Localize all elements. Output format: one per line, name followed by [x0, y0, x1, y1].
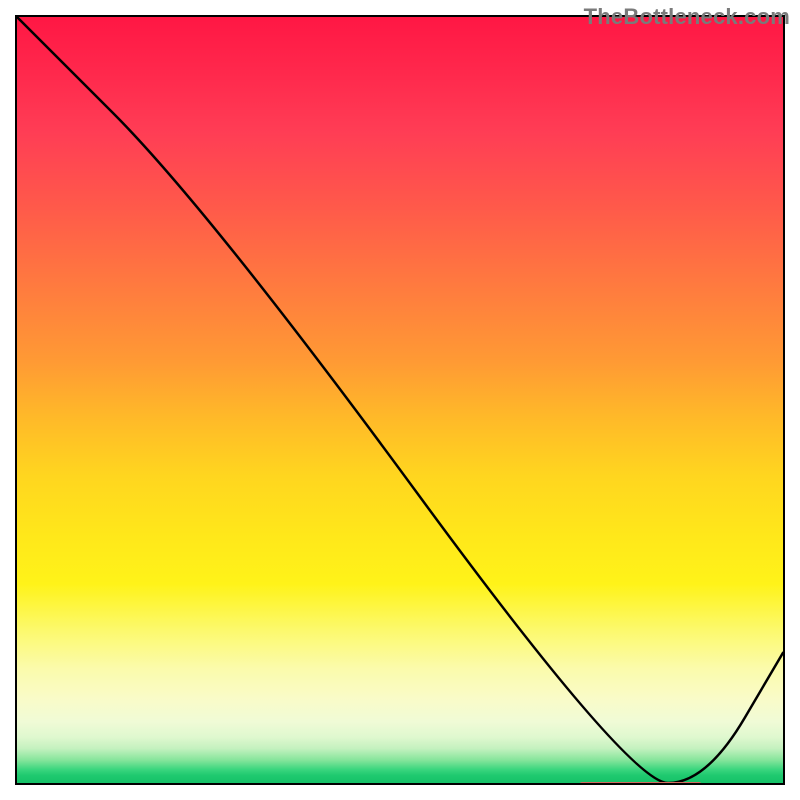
- watermark-text: TheBottleneck.com: [584, 4, 790, 30]
- curve-svg: [17, 17, 783, 783]
- optimal-range-marker: [579, 782, 702, 785]
- bottleneck-curve: [17, 17, 783, 783]
- plot-frame: [15, 15, 785, 785]
